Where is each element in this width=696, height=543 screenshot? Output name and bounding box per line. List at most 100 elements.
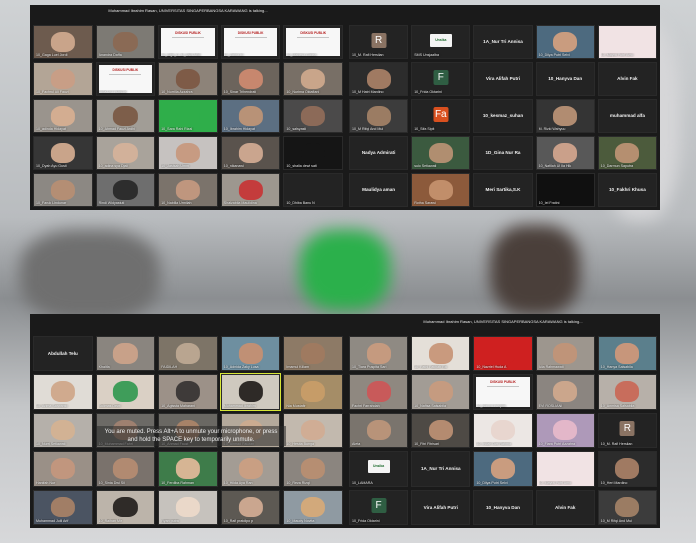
participant-tile[interactable]: DISKUSI PUBLIK 10_Sigit_D. M_DWI ARE <box>158 25 218 59</box>
participant-tile[interactable]: Alia Rahmawati <box>535 336 595 372</box>
participant-tile[interactable]: DISKUSI PUBLIK 10_Mahesa Gallea <box>283 25 343 59</box>
participant-tile[interactable]: 10_Sara Rahi Rizal <box>158 99 218 133</box>
participant-tile[interactable]: 10_Raihan Mir <box>95 489 156 525</box>
participant-tile[interactable]: 1A_Nur Tri Annisa <box>473 25 533 59</box>
participant-tile[interactable]: DISKUSI PUBLIK 10_Nauva Puspita <box>473 374 533 410</box>
participant-tile[interactable]: Aleta <box>349 412 409 449</box>
participant-tile[interactable]: Hanifah Nur <box>33 451 93 487</box>
participant-tile[interactable]: Anandra Daffa <box>95 25 156 59</box>
participant-tile[interactable]: Muhammad Ibrahim <box>219 373 282 411</box>
participant-tile[interactable]: 10_Hanyva Dan <box>535 62 595 96</box>
participant-tile[interactable]: 10_Hesita Bunga <box>283 412 343 449</box>
participant-tile[interactable]: 10_Sinar Trihendrati <box>220 62 281 96</box>
participant-tile[interactable]: Shalzabila Maulidina <box>220 173 281 207</box>
participant-tile[interactable]: EVI ROSLIANI <box>535 374 595 410</box>
participant-tile[interactable]: 10_Nafisa Salsabila <box>411 374 471 410</box>
participant-tile[interactable]: Rindi Widyastuti <box>95 173 156 207</box>
participant-tile[interactable]: 10_Hanyva Dan <box>473 489 533 525</box>
participant-tile[interactable]: Fachri Farrahdah <box>349 374 409 410</box>
participant-tile[interactable]: 10_Tiara Puspita Sari <box>349 336 409 372</box>
participant-tile[interactable]: 10_M Rifqi And Mui <box>349 99 409 133</box>
participant-tile[interactable]: 10_Dilya Putri Selvi <box>473 451 533 487</box>
participant-tile[interactable]: 10_Fathi Fatihah Ra <box>411 336 471 372</box>
participant-tile[interactable]: 10_Iel Fratini <box>535 173 595 207</box>
participant-tile[interactable]: 10_Hilda Aya Ran <box>220 451 281 487</box>
participant-tile[interactable]: Muhammad Julil Arif <box>33 489 93 525</box>
participant-tile[interactable]: Rotha Sarawi <box>411 173 471 207</box>
participant-tile[interactable]: R 10_M. Rafi Hersiian <box>597 412 657 449</box>
participant-tile[interactable]: 10_Ibrahim Hidayat <box>220 99 281 133</box>
participant-tile[interactable]: 10_Fachrul Ali Fauzi <box>33 62 93 96</box>
participant-tile[interactable]: 10_Heri Mardino <box>597 451 657 487</box>
participant-tile[interactable]: 10_Dhiba Banu N <box>283 173 343 207</box>
participant-tile[interactable]: Maulidya aman <box>349 173 409 207</box>
participant-tile[interactable]: F 10_Frida Oktarini <box>349 489 409 525</box>
participant-tile[interactable]: Abdullah Telu <box>33 336 93 372</box>
participant-tile[interactable]: 10_Gaga Luel Jordi <box>33 25 93 59</box>
participant-tile[interactable]: 10_Ahmad Fauzi Ardhi <box>95 99 156 133</box>
participant-tile[interactable]: 10_Faruk Lindunar <box>33 173 93 207</box>
participant-tile[interactable]: 10_Nurima Oktafiani <box>283 62 343 96</box>
participant-tile[interactable]: 10_M Rifqi And Mui <box>597 489 657 525</box>
participant-tile[interactable]: muhammad alfa <box>597 99 657 133</box>
participant-tile[interactable]: 10_Nabilla Urmilah <box>158 173 218 207</box>
participant-tile[interactable]: 10_Darmun Saputra <box>597 136 657 170</box>
participant-tile[interactable]: 10_adinda Hidayat <box>33 99 93 133</box>
participant-tile[interactable]: 10_M Hatri Mardino <box>349 62 409 96</box>
participant-tile[interactable]: Fa 10_Sifa Sipit <box>411 99 471 133</box>
participant-tile[interactable]: Nia Mustafir <box>283 374 343 410</box>
participant-tile[interactable]: 10_Hanya Salsabila <box>597 336 657 372</box>
participant-tile[interactable]: 10_adina sya Djali <box>95 136 156 170</box>
participant-tile[interactable]: 10_Adnida Zaky Lusa <box>220 336 281 372</box>
participant-tile[interactable]: 10_Rafi pratdipo p <box>220 489 281 525</box>
participant-tile[interactable]: M. Rizki Wahyuu <box>535 99 595 133</box>
participant-tile[interactable]: DISKUSI PUBLIK DISKUSI PUBLIK <box>95 62 156 96</box>
participant-tile[interactable]: Nadya Admirati <box>349 136 409 170</box>
participant-tile[interactable]: FAIDILAH <box>158 336 218 372</box>
participant-tile[interactable]: DISKUSI PUBLIK 10_Zahra Kl <box>220 25 281 59</box>
participant-tile[interactable]: Meri Sartika,S.K <box>473 173 533 207</box>
participant-face <box>50 419 75 441</box>
participant-tile[interactable]: 10_Jasisah Umm <box>158 136 218 170</box>
participant-tile[interactable]: 10_Sinta Dwi Sil <box>95 451 156 487</box>
participant-tile[interactable]: 10_Mayra Putri Amo <box>597 25 657 59</box>
participant-tile[interactable]: R 10_M. Rafi Hersiian <box>349 25 409 59</box>
participant-tile[interactable]: 10_Indah Dwi Rahma <box>473 412 533 449</box>
participant-tile[interactable]: Alvin Fak <box>535 489 595 525</box>
participant-tile[interactable]: Unsika 10_LAMARA <box>349 451 409 487</box>
participant-tile[interactable]: 10_Nurrilla Azzahra <box>158 62 218 96</box>
participant-tile[interactable]: 1D_Gina Nur Ra <box>473 136 533 170</box>
participant-tile[interactable]: 10_Reza Rizqi <box>283 451 343 487</box>
participant-tile[interactable]: 10_Anmisa Salsabila <box>597 374 657 410</box>
participant-tile[interactable]: 10_Nafilah Ul Ila Hik <box>535 136 595 170</box>
participant-tile[interactable]: 10_salsyasti <box>283 99 343 133</box>
participant-tile[interactable]: Vira Alifah Putri <box>411 489 471 525</box>
participant-tile[interactable]: 10_Agissta Maharani <box>158 374 218 410</box>
participant-tile[interactable]: 10_Maudy Novita <box>283 489 343 525</box>
participant-tile[interactable]: F 10_Frida Oktarini <box>411 62 471 96</box>
participant-tile[interactable]: 10_Dilya Putri Selvi <box>535 25 595 59</box>
participant-tile[interactable]: 10_kesmaz_suhan <box>473 99 533 133</box>
participant-tile[interactable]: Alvin Fak <box>597 62 657 96</box>
participant-tile[interactable]: sulo Setiawati <box>411 136 471 170</box>
participant-tile[interactable]: 10_Nazriel Huda A <box>473 336 533 372</box>
participant-tile[interactable]: 10_Fakhri Khusa <box>597 173 657 207</box>
participant-tile[interactable]: 10_Arima Sarwanto <box>33 374 93 410</box>
participant-tile[interactable]: 10_shalia dewi sati <box>283 136 343 170</box>
participant-tile[interactable]: 10_Fitri Fitrisari <box>411 412 471 449</box>
participant-tile[interactable]: Unsika SMS Unsjaalba <box>411 25 471 59</box>
participant-tile[interactable]: 10_Mayra Putri Amo <box>535 451 595 487</box>
participant-tile[interactable]: Imamul Killam <box>283 336 343 372</box>
participant-tile[interactable]: Ryan putra <box>158 489 218 525</box>
participant-tile[interactable]: 10_Nurri Setiawati <box>33 412 93 449</box>
participant-name: 10_Sara Rahi Rizal <box>161 127 193 131</box>
participant-tile[interactable]: 10_nikanawi <box>220 136 281 170</box>
participant-tile[interactable]: Sulimas Dewi <box>95 374 156 410</box>
participant-tile[interactable]: 10_Dyah Ayu Gusti <box>33 136 93 170</box>
participant-tile[interactable]: 1A_Nur Tri Annisa <box>411 451 471 487</box>
participant-tile[interactable]: 10_Ferdiba Rahman <box>158 451 218 487</box>
participant-tile[interactable]: Vira Alifah Putri <box>473 62 533 96</box>
participant-tile[interactable]: 10_Fiara Putri Azzahra <box>535 412 595 449</box>
participant-name: Alvin Fak <box>617 76 638 82</box>
participant-tile[interactable]: Khalifa <box>95 336 156 372</box>
